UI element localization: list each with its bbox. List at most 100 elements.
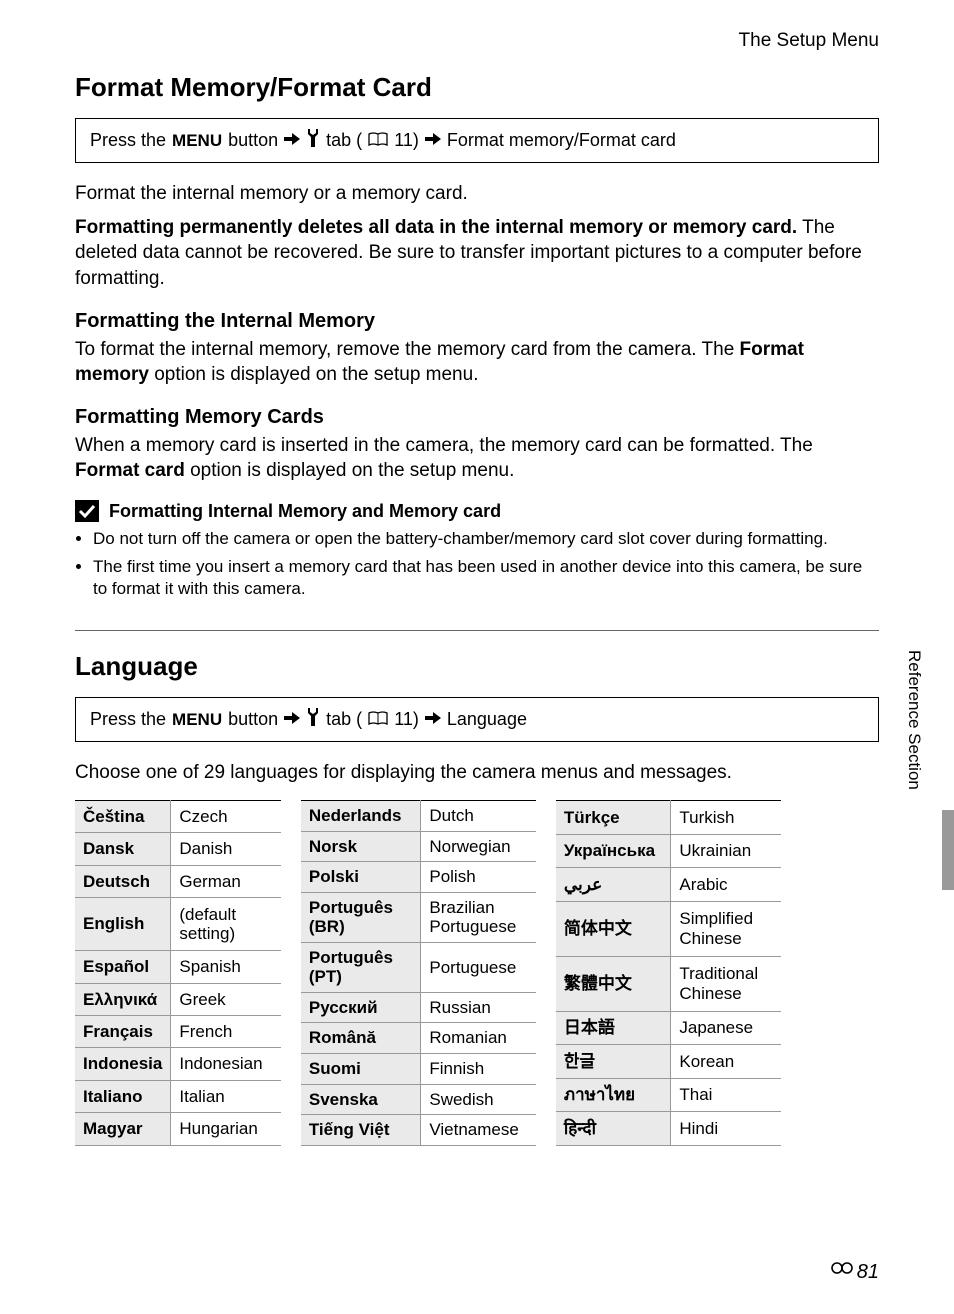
side-section-label: Reference Section xyxy=(904,650,924,790)
language-native: Norsk xyxy=(301,831,421,862)
language-english: Czech xyxy=(171,801,281,833)
nav-text: button xyxy=(228,709,278,730)
language-native: Українська xyxy=(556,834,671,868)
section-title-format: Format Memory/Format Card xyxy=(75,72,879,103)
language-english: Swedish xyxy=(421,1084,536,1115)
language-native: 한글 xyxy=(556,1045,671,1079)
page-number: 81 xyxy=(857,1261,879,1284)
language-table-1: ČeštinaCzechDanskDanishDeutschGermanEngl… xyxy=(75,800,281,1146)
table-row: عربيArabic xyxy=(556,868,781,902)
language-english: Japanese xyxy=(671,1011,781,1045)
nav-text: Press the xyxy=(90,709,166,730)
language-english: German xyxy=(171,865,281,897)
menu-button-label: MENU xyxy=(172,710,222,730)
arrow-right-icon xyxy=(284,130,300,151)
table-row: NederlandsDutch xyxy=(301,801,536,832)
table-row: English(default setting) xyxy=(75,898,281,951)
setup-tab-icon xyxy=(306,129,320,152)
note-bullet: Do not turn off the camera or open the b… xyxy=(93,528,879,550)
nav-path-format: Press the MENU button tab ( 11) Format m… xyxy=(75,118,879,163)
language-english: Brazilian Portuguese xyxy=(421,892,536,942)
language-native: ภาษาไทย xyxy=(556,1078,671,1112)
language-native: Français xyxy=(75,1016,171,1048)
language-native: Türkçe xyxy=(556,801,671,835)
language-native: 简体中文 xyxy=(556,901,671,956)
body-text: When a memory card is inserted in the ca… xyxy=(75,433,879,484)
language-native: Indonesia xyxy=(75,1048,171,1080)
language-native: Svenska xyxy=(301,1084,421,1115)
page-footer: 81 xyxy=(831,1260,879,1284)
subheading-memory-cards: Formatting Memory Cards xyxy=(75,406,879,429)
table-row: MagyarHungarian xyxy=(75,1113,281,1145)
table-row: RomânăRomanian xyxy=(301,1023,536,1054)
language-native: Deutsch xyxy=(75,865,171,897)
table-row: FrançaisFrench xyxy=(75,1016,281,1048)
language-native: Dansk xyxy=(75,833,171,865)
table-row: Português (PT)Portuguese xyxy=(301,942,536,992)
language-english: Traditional Chinese xyxy=(671,956,781,1011)
language-english: Danish xyxy=(171,833,281,865)
language-native: Español xyxy=(75,951,171,983)
language-native: Română xyxy=(301,1023,421,1054)
language-native: Polski xyxy=(301,862,421,893)
section-title-language: Language xyxy=(75,651,879,682)
table-row: DeutschGerman xyxy=(75,865,281,897)
language-table-3: TürkçeTurkishУкраїнськаUkrainianعربيArab… xyxy=(556,800,781,1146)
language-english: Hungarian xyxy=(171,1113,281,1145)
table-row: 日本語Japanese xyxy=(556,1011,781,1045)
table-row: ΕλληνικάGreek xyxy=(75,983,281,1015)
setup-tab-icon xyxy=(306,708,320,731)
language-english: Turkish xyxy=(671,801,781,835)
language-english: Portuguese xyxy=(421,942,536,992)
body-text: Formatting permanently deletes all data … xyxy=(75,215,879,292)
table-row: NorskNorwegian xyxy=(301,831,536,862)
table-row: 한글Korean xyxy=(556,1045,781,1079)
language-english: Arabic xyxy=(671,868,781,902)
language-native: 日本語 xyxy=(556,1011,671,1045)
nav-text: tab ( xyxy=(326,709,362,730)
nav-text: Press the xyxy=(90,130,166,151)
table-row: РусскийRussian xyxy=(301,992,536,1023)
language-native: Português (PT) xyxy=(301,942,421,992)
language-native: Suomi xyxy=(301,1053,421,1084)
body-text: To format the internal memory, remove th… xyxy=(75,337,879,388)
nav-text: 11) xyxy=(394,130,419,151)
language-english: Greek xyxy=(171,983,281,1015)
section-divider xyxy=(75,630,879,631)
language-english: Dutch xyxy=(421,801,536,832)
page-ref-icon xyxy=(368,130,388,151)
language-native: Русский xyxy=(301,992,421,1023)
nav-text: Format memory/Format card xyxy=(447,130,676,151)
body-text: Format the internal memory or a memory c… xyxy=(75,181,879,207)
language-native: 繁體中文 xyxy=(556,956,671,1011)
arrow-right-icon xyxy=(425,709,441,730)
table-row: SuomiFinnish xyxy=(301,1053,536,1084)
bold-text: Format card xyxy=(75,460,185,481)
table-row: Português (BR)Brazilian Portuguese xyxy=(301,892,536,942)
table-row: IndonesiaIndonesian xyxy=(75,1048,281,1080)
language-english: (default setting) xyxy=(171,898,281,951)
language-english: Romanian xyxy=(421,1023,536,1054)
nav-text: button xyxy=(228,130,278,151)
table-row: УкраїнськаUkrainian xyxy=(556,834,781,868)
language-native: Ελληνικά xyxy=(75,983,171,1015)
nav-text: Language xyxy=(447,709,527,730)
note-list: Do not turn off the camera or open the b… xyxy=(75,528,879,600)
language-native: English xyxy=(75,898,171,951)
table-row: ภาษาไทยThai xyxy=(556,1078,781,1112)
language-tables: ČeštinaCzechDanskDanishDeutschGermanEngl… xyxy=(75,800,879,1146)
language-english: Ukrainian xyxy=(671,834,781,868)
body-text: Choose one of 29 languages for displayin… xyxy=(75,760,879,786)
table-row: PolskiPolish xyxy=(301,862,536,893)
subheading-internal-memory: Formatting the Internal Memory xyxy=(75,310,879,333)
table-row: हिन्दीHindi xyxy=(556,1112,781,1146)
reference-section-icon xyxy=(831,1260,855,1284)
language-english: Spanish xyxy=(171,951,281,983)
page-header: The Setup Menu xyxy=(75,30,879,52)
arrow-right-icon xyxy=(284,709,300,730)
language-english: Vietnamese xyxy=(421,1115,536,1146)
table-row: ČeštinaCzech xyxy=(75,801,281,833)
language-native: Magyar xyxy=(75,1113,171,1145)
language-native: हिन्दी xyxy=(556,1112,671,1146)
side-tab-indicator xyxy=(942,810,954,890)
